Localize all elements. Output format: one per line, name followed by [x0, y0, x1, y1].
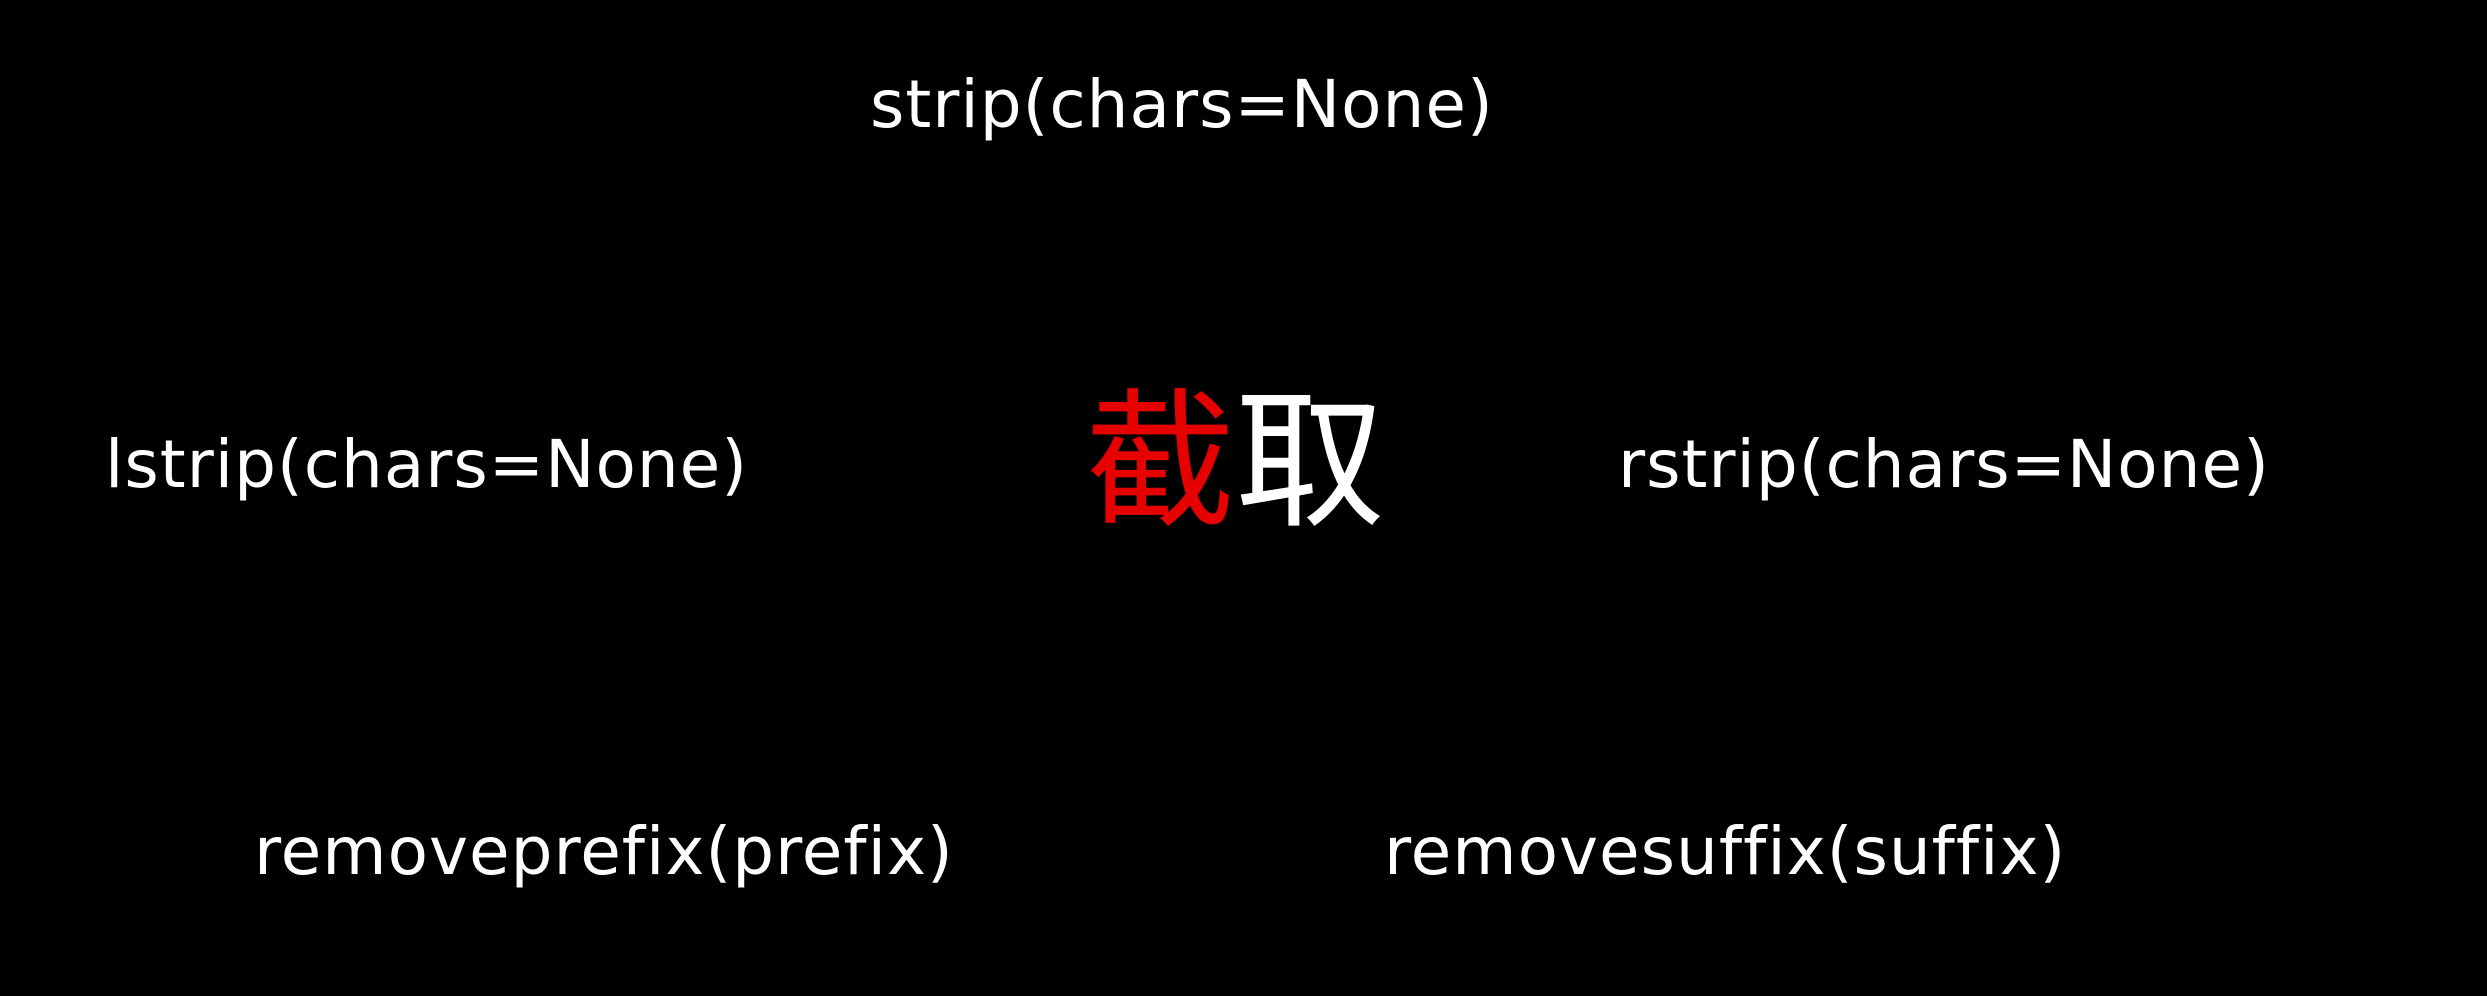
method-strip: strip(chars=None) [870, 66, 1494, 143]
method-removeprefix: removeprefix(prefix) [254, 813, 954, 890]
title-word: 截取 [1085, 388, 1385, 538]
method-removesuffix: removesuffix(suffix) [1384, 813, 2067, 890]
title-char-white: 取 [1235, 376, 1386, 550]
title-char-red: 截 [1085, 376, 1236, 550]
method-lstrip: lstrip(chars=None) [105, 426, 749, 503]
method-rstrip: rstrip(chars=None) [1618, 426, 2270, 503]
slide: strip(chars=None) lstrip(chars=None) 截取 … [0, 0, 2487, 996]
